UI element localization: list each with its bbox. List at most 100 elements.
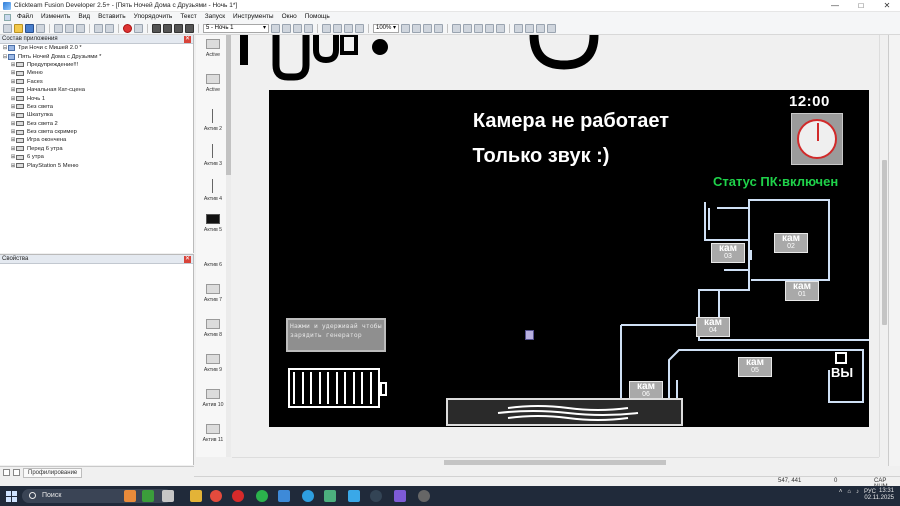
- network-icon[interactable]: ⌂: [847, 489, 851, 495]
- yandex-browser-icon[interactable]: [232, 490, 244, 502]
- grid-icon[interactable]: [322, 23, 331, 33]
- italic-icon[interactable]: [474, 23, 483, 33]
- tree-item[interactable]: ⊞ 6 утра: [0, 153, 193, 161]
- snap-icon[interactable]: [333, 23, 342, 33]
- close-icon[interactable]: ✕: [184, 35, 191, 43]
- tree-item[interactable]: ⊞ Меню: [0, 69, 193, 77]
- scrollbar-thumb[interactable]: [226, 35, 231, 175]
- tree-item[interactable]: ⊟ Три Ночи с Мишей 2.0 *: [0, 44, 193, 52]
- object-list-item[interactable]: Актив 2: [196, 109, 229, 132]
- calculator-icon[interactable]: [278, 490, 290, 502]
- event-editor-icon[interactable]: [174, 23, 183, 33]
- minimize-button[interactable]: —: [822, 0, 848, 12]
- underline-icon[interactable]: [485, 23, 494, 33]
- scrollbar-thumb[interactable]: [882, 160, 887, 325]
- align-left-icon[interactable]: [514, 23, 523, 33]
- menu-arrange[interactable]: Упорядочить: [130, 12, 177, 22]
- task-view-icon[interactable]: [162, 490, 174, 502]
- object-list-item[interactable]: Актив 11: [196, 424, 229, 443]
- maximize-button[interactable]: □: [848, 0, 874, 12]
- editor-horizontal-scrollbar[interactable]: [232, 457, 879, 466]
- tree-item[interactable]: ⊞ Без света: [0, 103, 193, 111]
- object-list-item[interactable]: Актив 9: [196, 354, 229, 373]
- event-list-icon[interactable]: [185, 23, 194, 33]
- object-list-scrollbar[interactable]: [226, 35, 231, 457]
- zoom-out-icon[interactable]: [412, 23, 421, 33]
- object-list-item[interactable]: Актив 6: [196, 249, 229, 268]
- clickteam-fusion-icon[interactable]: [394, 490, 406, 502]
- camera-04-button[interactable]: кам 04: [696, 317, 730, 337]
- tree-item[interactable]: ⊟ Пять Ночей Дома с Друзьями *: [0, 52, 193, 60]
- tree-item[interactable]: ⊞ Без света скример: [0, 128, 193, 136]
- prev-frame-icon[interactable]: [271, 23, 280, 33]
- save-all-icon[interactable]: [36, 23, 45, 33]
- first-frame-icon[interactable]: [293, 23, 302, 33]
- chevron-up-icon[interactable]: ˄: [839, 489, 843, 495]
- font-color-icon[interactable]: [496, 23, 505, 33]
- search-tab-icon[interactable]: [13, 469, 20, 476]
- copy-icon[interactable]: [65, 23, 74, 33]
- rotate-icon[interactable]: [434, 23, 443, 33]
- new-icon[interactable]: [3, 23, 12, 33]
- menu-tools[interactable]: Инструменты: [229, 12, 278, 22]
- fit-icon[interactable]: [547, 23, 556, 33]
- menu-text[interactable]: Текст: [176, 12, 200, 22]
- camera-01-button[interactable]: кам 01: [785, 281, 819, 301]
- open-icon[interactable]: [14, 23, 23, 33]
- menu-file[interactable]: Файл: [13, 12, 37, 22]
- app-icon[interactable]: [418, 490, 430, 502]
- close-icon[interactable]: ✕: [184, 255, 191, 263]
- tree-item[interactable]: ⊞ Ночь 1: [0, 94, 193, 102]
- tree-item[interactable]: ⊞ PlayStation 5 Меню: [0, 161, 193, 169]
- hand-icon[interactable]: [423, 23, 432, 33]
- zoom-select[interactable]: 100% ▾: [373, 23, 399, 33]
- menu-window[interactable]: Окно: [278, 12, 301, 22]
- cursor-object[interactable]: [525, 330, 534, 340]
- tree-item[interactable]: ⊞ Faces: [0, 78, 193, 86]
- game-widget-icon[interactable]: [142, 490, 154, 502]
- workspace-tab-icon[interactable]: [3, 469, 10, 476]
- object-list-item[interactable]: Актив 8: [196, 319, 229, 338]
- system-clock[interactable]: 13:31 02.11.2025: [864, 488, 894, 502]
- last-frame-icon[interactable]: [304, 23, 313, 33]
- whatsapp-icon[interactable]: [256, 490, 268, 502]
- object-list-item[interactable]: Актив 3: [196, 144, 229, 167]
- object-list-item[interactable]: Актив 4: [196, 179, 229, 202]
- camera-03-button[interactable]: кам 03: [711, 243, 745, 263]
- game-frame[interactable]: 12:00 Камера не работает Только звук :) …: [269, 90, 869, 427]
- tree-item[interactable]: ⊞ Без света 2: [0, 120, 193, 128]
- camera-02-button[interactable]: кам 02: [774, 233, 808, 253]
- chrome-icon[interactable]: [210, 490, 222, 502]
- menu-help[interactable]: Помощь: [301, 12, 334, 22]
- redo-icon[interactable]: [105, 23, 114, 33]
- object-list-item[interactable]: Актив 10: [196, 389, 229, 408]
- editor-vertical-scrollbar[interactable]: [879, 35, 888, 457]
- tree-item[interactable]: ⊞ Перед 6 утра: [0, 145, 193, 153]
- object-list-item[interactable]: Актив 5: [196, 214, 229, 233]
- save-icon[interactable]: [25, 23, 34, 33]
- storyboard-icon[interactable]: [152, 23, 161, 33]
- camera-05-button[interactable]: кам 05: [738, 357, 772, 377]
- weather-widget-icon[interactable]: [124, 490, 136, 502]
- menu-insert[interactable]: Вставить: [94, 12, 130, 22]
- align-center-icon[interactable]: [525, 23, 534, 33]
- volume-icon[interactable]: ♪: [856, 489, 859, 495]
- tree-item[interactable]: ⊞ Начальная Кат-сцена: [0, 86, 193, 94]
- close-button[interactable]: ✕: [874, 0, 900, 12]
- app-icon[interactable]: [324, 490, 336, 502]
- run-application-icon[interactable]: [123, 23, 132, 33]
- layers-icon[interactable]: [344, 23, 353, 33]
- frame-editor[interactable]: 12:00 Камера не работает Только звук :) …: [232, 35, 879, 457]
- object-list-item[interactable]: Актив 7: [196, 284, 229, 303]
- cut-icon[interactable]: [54, 23, 63, 33]
- app-icon[interactable]: [348, 490, 360, 502]
- frame-select[interactable]: 5 - Ночь 1 ▾: [203, 23, 269, 33]
- object-list-item[interactable]: Active: [196, 74, 229, 93]
- steam-icon[interactable]: [370, 490, 382, 502]
- menu-view[interactable]: Вид: [74, 12, 94, 22]
- scrollbar-thumb[interactable]: [444, 460, 666, 465]
- zoom-in-icon[interactable]: [401, 23, 410, 33]
- menu-edit[interactable]: Изменить: [37, 12, 74, 22]
- telegram-icon[interactable]: [302, 490, 314, 502]
- tab-profiling[interactable]: Профилирование: [23, 467, 83, 478]
